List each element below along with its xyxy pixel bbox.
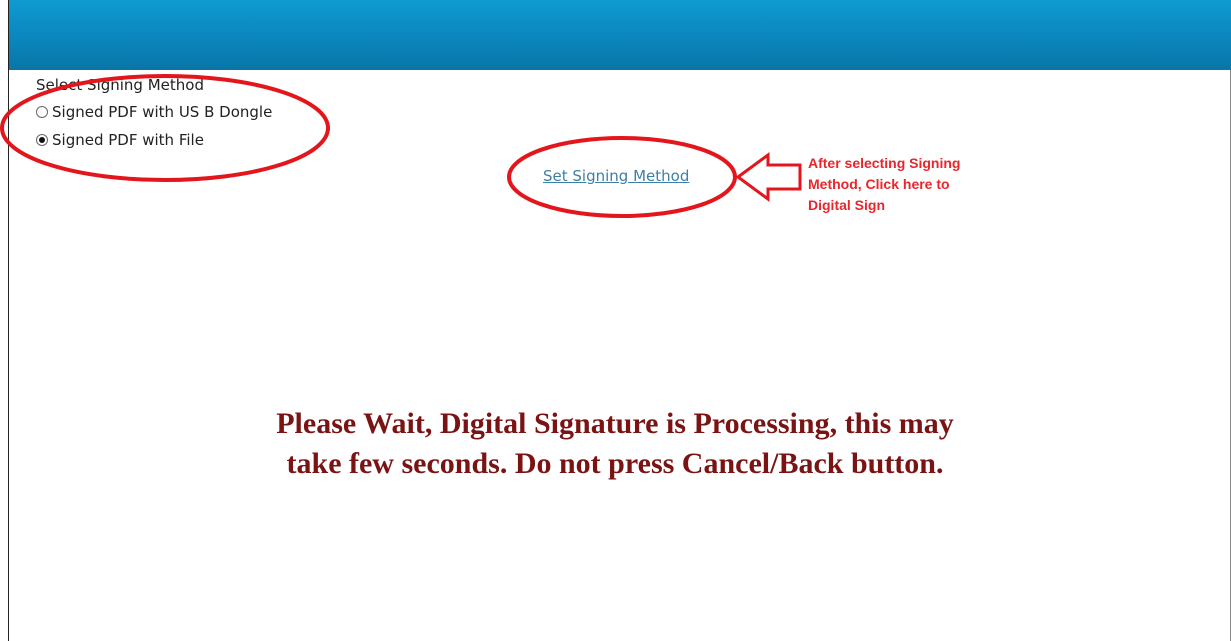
annotation-arrow-icon (735, 152, 802, 202)
set-signing-method-link[interactable]: Set Signing Method (543, 167, 689, 185)
radio-file[interactable] (36, 134, 48, 146)
radio-usb-dongle[interactable] (36, 106, 48, 118)
processing-message: Please Wait, Digital Signature is Proces… (150, 404, 1080, 484)
signing-method-panel: Select Signing Method Signed PDF with US… (36, 76, 272, 154)
annotation-line: Method, Click here to (808, 176, 950, 192)
annotation-line: After selecting Signing (808, 155, 961, 171)
option-file[interactable]: Signed PDF with File (36, 126, 272, 154)
processing-message-line2: take few seconds. Do not press Cancel/Ba… (286, 447, 944, 480)
annotation-line: Digital Sign (808, 197, 885, 213)
annotation-text: After selecting Signing Method, Click he… (808, 153, 1018, 216)
page: Select Signing Method Signed PDF with US… (0, 0, 1231, 641)
processing-message-line1: Please Wait, Digital Signature is Proces… (276, 407, 954, 440)
option-file-label: Signed PDF with File (52, 131, 204, 149)
signing-method-label: Select Signing Method (36, 76, 204, 94)
radio-selected-dot (39, 137, 45, 143)
left-border (8, 0, 9, 641)
option-usb-dongle-label: Signed PDF with US B Dongle (52, 103, 273, 121)
header-bar (9, 0, 1231, 70)
option-usb-dongle[interactable]: Signed PDF with US B Dongle (36, 98, 272, 126)
